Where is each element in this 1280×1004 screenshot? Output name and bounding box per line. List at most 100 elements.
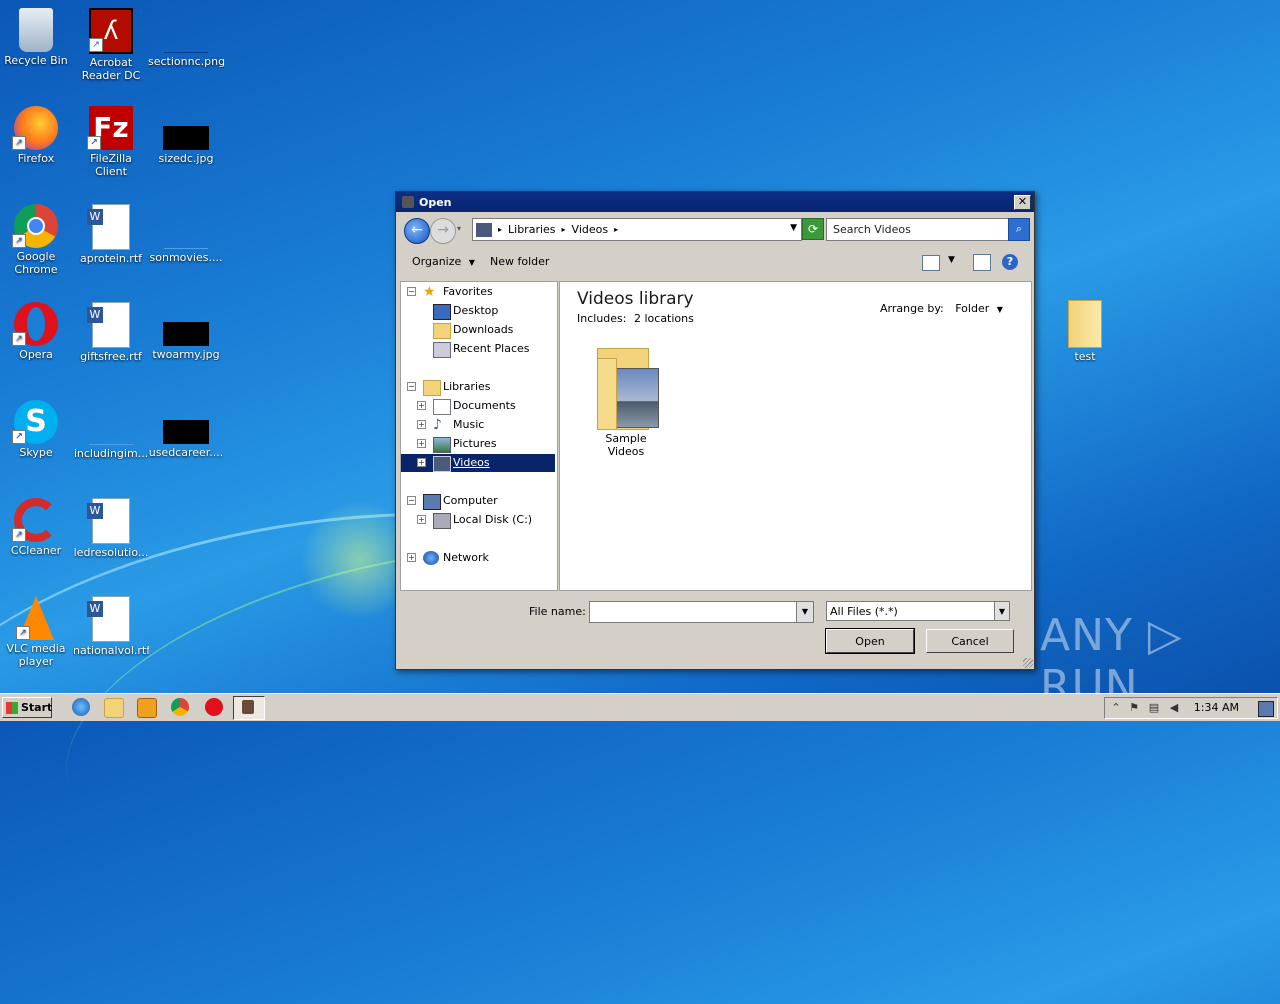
desktop-icon-label: Google Chrome [14, 250, 58, 276]
resize-grip[interactable] [1023, 658, 1033, 668]
expand-icon[interactable]: + [417, 458, 426, 467]
nav-videos[interactable]: + Videos [401, 454, 555, 472]
start-button[interactable]: Start [2, 697, 52, 718]
file-name-dropdown-icon[interactable]: ▼ [796, 601, 814, 623]
collapse-icon[interactable]: − [407, 382, 416, 391]
desktop-icon-label: giftsfree.rtf [80, 350, 142, 363]
arrange-by-label: Arrange by: [880, 302, 944, 315]
view-options-dropdown-icon[interactable]: ▼ [948, 255, 955, 265]
expand-icon[interactable]: + [407, 553, 416, 562]
chrome-taskbar-icon[interactable] [171, 698, 189, 716]
nav-label: Downloads [453, 323, 514, 336]
shortcut-arrow-icon: ↗ [87, 136, 101, 150]
file-name-input[interactable] [589, 601, 812, 623]
collapse-icon[interactable]: − [407, 287, 416, 296]
internet-explorer-icon[interactable] [72, 698, 90, 716]
expand-icon[interactable]: + [417, 420, 426, 429]
desktop-icon-usedcareer[interactable]: usedcareer.... [148, 400, 224, 459]
desktop-icon-ccleaner[interactable]: ↗ CCleaner [0, 498, 74, 557]
desktop-icon-test-folder[interactable]: test [1047, 300, 1123, 363]
navigation-pane: − ★ Favorites Desktop Downloads Recent P… [400, 281, 558, 591]
close-button[interactable]: ✕ [1014, 195, 1031, 210]
windows-logo-icon [6, 702, 18, 714]
file-list-pane: Videos library Includes: 2 locations Arr… [559, 281, 1032, 591]
breadcrumb-libraries[interactable]: Libraries [508, 223, 556, 236]
videos-icon [433, 456, 451, 472]
desktop-icon-recycle-bin[interactable]: Recycle Bin [0, 8, 74, 67]
desktop-icon-firefox[interactable]: ↗ Firefox [0, 106, 74, 165]
desktop-icon-opera[interactable]: ↗ Opera [0, 302, 74, 361]
desktop-icon-label: Firefox [17, 152, 55, 165]
desktop-icon-includingim[interactable]: includingim... [73, 400, 149, 460]
nav-label: Computer [443, 494, 498, 507]
forward-button[interactable]: → [430, 218, 456, 244]
active-window-button[interactable] [233, 696, 265, 720]
chevron-down-icon: ▼ [996, 305, 1003, 314]
open-button[interactable]: Open [825, 628, 915, 654]
collapse-icon[interactable]: − [407, 496, 416, 505]
change-view-icon[interactable] [922, 255, 940, 271]
shortcut-arrow-icon: ↗ [16, 626, 30, 640]
address-bar[interactable]: ▸ Libraries ▸ Videos ▸ ▼ [472, 218, 802, 241]
desktop-icon-sonmovies[interactable]: sonmovies.... [148, 204, 224, 264]
videos-library-icon [476, 222, 492, 237]
dialog-titlebar[interactable]: Open [396, 192, 1034, 212]
preview-pane-icon[interactable] [973, 254, 991, 271]
arrange-by-dropdown[interactable]: Folder ▼ [955, 302, 1003, 315]
show-hidden-icons-icon[interactable]: ⌃ [1109, 701, 1123, 715]
desktop-icon-label: CCleaner [10, 544, 62, 557]
address-dropdown-icon[interactable]: ▼ [790, 223, 797, 233]
organize-button[interactable]: Organize ▼ [412, 255, 475, 268]
breadcrumb-chevron-icon[interactable]: ▸ [498, 225, 502, 234]
desktop-icon-sectionnc[interactable]: sectionnc.png [148, 8, 224, 68]
shortcut-arrow-icon: ↗ [89, 38, 103, 52]
recent-pages-dropdown-icon[interactable]: ▾ [457, 224, 461, 233]
ccleaner-icon: ↗ [12, 498, 58, 542]
breadcrumb-videos[interactable]: Videos [572, 223, 609, 236]
volume-icon[interactable]: ◀ [1167, 701, 1181, 715]
media-player-icon[interactable] [137, 698, 157, 718]
search-button[interactable]: ⌕ [1008, 218, 1030, 241]
back-button[interactable]: ← [404, 218, 430, 244]
desktop-icon-chrome[interactable]: ↗ Google Chrome [0, 204, 74, 276]
desktop-icon-ledresolutio[interactable]: W ledresolutio... [73, 498, 149, 559]
desktop-icon-label: VLC media player [6, 642, 66, 668]
music-note-icon: ♪ [433, 417, 442, 433]
desktop-icon-sizedc[interactable]: sizedc.jpg [148, 106, 224, 165]
expand-icon[interactable]: + [417, 439, 426, 448]
desktop-icon-label: aprotein.rtf [79, 252, 143, 265]
back-arrow-icon: ← [411, 222, 423, 238]
clock[interactable]: 1:34 AM [1194, 701, 1239, 714]
word-document-icon: W [87, 498, 130, 544]
cancel-button[interactable]: Cancel [926, 629, 1014, 653]
breadcrumb-chevron-icon[interactable]: ▸ [562, 225, 566, 234]
desktop-icon-filezilla[interactable]: Fz ↗ FileZilla Client [73, 106, 149, 178]
help-icon[interactable]: ? [1002, 254, 1018, 270]
explorer-folder-icon[interactable] [104, 698, 124, 718]
desktop-icon-acrobat[interactable]: ʎ ↗ Acrobat Reader DC [73, 8, 149, 82]
desktop-icon-giftsfree[interactable]: W giftsfree.rtf [73, 302, 149, 363]
refresh-button[interactable]: ⟳ [802, 218, 824, 240]
search-input[interactable]: Search Videos [826, 218, 1012, 241]
shortcut-arrow-icon: ↗ [12, 528, 26, 542]
action-center-flag-icon[interactable]: ⚑ [1127, 701, 1141, 715]
network-status-icon[interactable]: ▤ [1147, 701, 1161, 715]
desktop-icon-vlc[interactable]: ↗ VLC media player [0, 596, 74, 668]
desktop-icon-skype[interactable]: S ↗ Skype [0, 400, 74, 459]
new-folder-button[interactable]: New folder [490, 255, 549, 268]
file-type-select[interactable]: All Files (*.*) [826, 601, 1010, 621]
folder-item-sample-videos[interactable]: Sample Videos [586, 344, 666, 458]
includes-locations-link[interactable]: 2 locations [634, 312, 694, 325]
opera-taskbar-icon[interactable] [205, 698, 223, 716]
pictures-icon [433, 437, 451, 453]
refresh-icon: ⟳ [807, 222, 819, 236]
breadcrumb-chevron-icon[interactable]: ▸ [614, 225, 618, 234]
desktop-icon-aprotein[interactable]: W aprotein.rtf [73, 204, 149, 265]
expand-icon[interactable]: + [417, 401, 426, 410]
desktop-icon-nationalvol[interactable]: W nationalvol.rtf [73, 596, 149, 657]
expand-icon[interactable]: + [417, 515, 426, 524]
library-includes[interactable]: Includes: 2 locations [577, 312, 694, 325]
desktop-icon-twoarmy[interactable]: twoarmy.jpg [148, 302, 224, 361]
show-desktop-icon[interactable] [1258, 701, 1274, 717]
file-type-dropdown-icon[interactable]: ▼ [994, 601, 1010, 621]
